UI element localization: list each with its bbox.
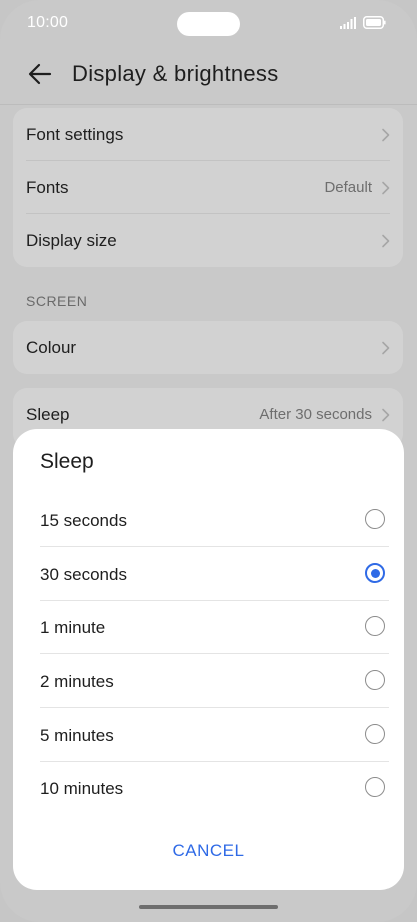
option-label: 1 minute xyxy=(40,618,106,637)
settings-item-colour[interactable]: Colour xyxy=(13,321,403,374)
radio-button-selected[interactable] xyxy=(365,563,385,583)
chevron-right-icon xyxy=(382,181,390,195)
chevron-right-icon xyxy=(382,234,390,248)
signal-icon xyxy=(340,17,356,29)
chevron-right-icon xyxy=(382,341,390,355)
option-10-minutes[interactable]: 10 minutes xyxy=(40,762,389,815)
chevron-right-icon xyxy=(382,128,390,142)
option-30-seconds[interactable]: 30 seconds xyxy=(40,548,389,601)
app-header: Display & brightness xyxy=(0,48,417,104)
radio-button[interactable] xyxy=(365,509,385,529)
camera-island xyxy=(177,12,240,36)
option-1-minute[interactable]: 1 minute xyxy=(40,601,389,654)
back-arrow-icon[interactable] xyxy=(26,60,54,88)
dialog-title: Sleep xyxy=(40,450,94,473)
sleep-dialog: Sleep 15 seconds 30 seconds 1 minute 2 m… xyxy=(13,429,404,890)
radio-button[interactable] xyxy=(365,670,385,690)
fonts-group: Font settings Fonts Default Display size xyxy=(13,108,403,267)
page-title: Display & brightness xyxy=(72,61,279,86)
option-15-seconds[interactable]: 15 seconds xyxy=(40,494,389,547)
item-label: Sleep xyxy=(26,405,70,424)
chevron-right-icon xyxy=(382,408,390,422)
header-divider xyxy=(0,104,417,105)
divider xyxy=(40,653,389,654)
item-label: Font settings xyxy=(26,125,124,144)
radio-button[interactable] xyxy=(365,616,385,636)
phone-screen: 10:00 Display & brightness Font settings xyxy=(0,0,417,922)
divider xyxy=(40,707,389,708)
option-label: 2 minutes xyxy=(40,672,114,691)
option-2-minutes[interactable]: 2 minutes xyxy=(40,655,389,708)
item-label: Fonts xyxy=(26,178,69,197)
settings-item-display-size[interactable]: Display size xyxy=(13,214,403,267)
option-label: 10 minutes xyxy=(40,779,124,798)
settings-item-font-settings[interactable]: Font settings xyxy=(13,108,403,161)
colour-group: Colour xyxy=(13,321,403,374)
settings-item-fonts[interactable]: Fonts Default xyxy=(13,161,403,214)
option-5-minutes[interactable]: 5 minutes xyxy=(40,709,389,762)
status-time: 10:00 xyxy=(27,14,69,31)
item-value: After 30 seconds xyxy=(259,406,372,423)
home-indicator[interactable] xyxy=(139,905,278,909)
radio-button[interactable] xyxy=(365,777,385,797)
item-label: Colour xyxy=(26,338,77,357)
battery-icon xyxy=(363,16,386,29)
cancel-button[interactable]: CANCEL xyxy=(13,841,404,861)
option-label: 5 minutes xyxy=(40,726,114,745)
status-bar: 10:00 xyxy=(0,0,417,48)
section-header-screen: SCREEN xyxy=(26,293,88,309)
option-label: 30 seconds xyxy=(40,565,127,584)
item-value: Default xyxy=(324,179,372,196)
option-label: 15 seconds xyxy=(40,511,127,530)
radio-button[interactable] xyxy=(365,724,385,744)
divider xyxy=(40,546,389,547)
item-label: Display size xyxy=(26,231,117,250)
